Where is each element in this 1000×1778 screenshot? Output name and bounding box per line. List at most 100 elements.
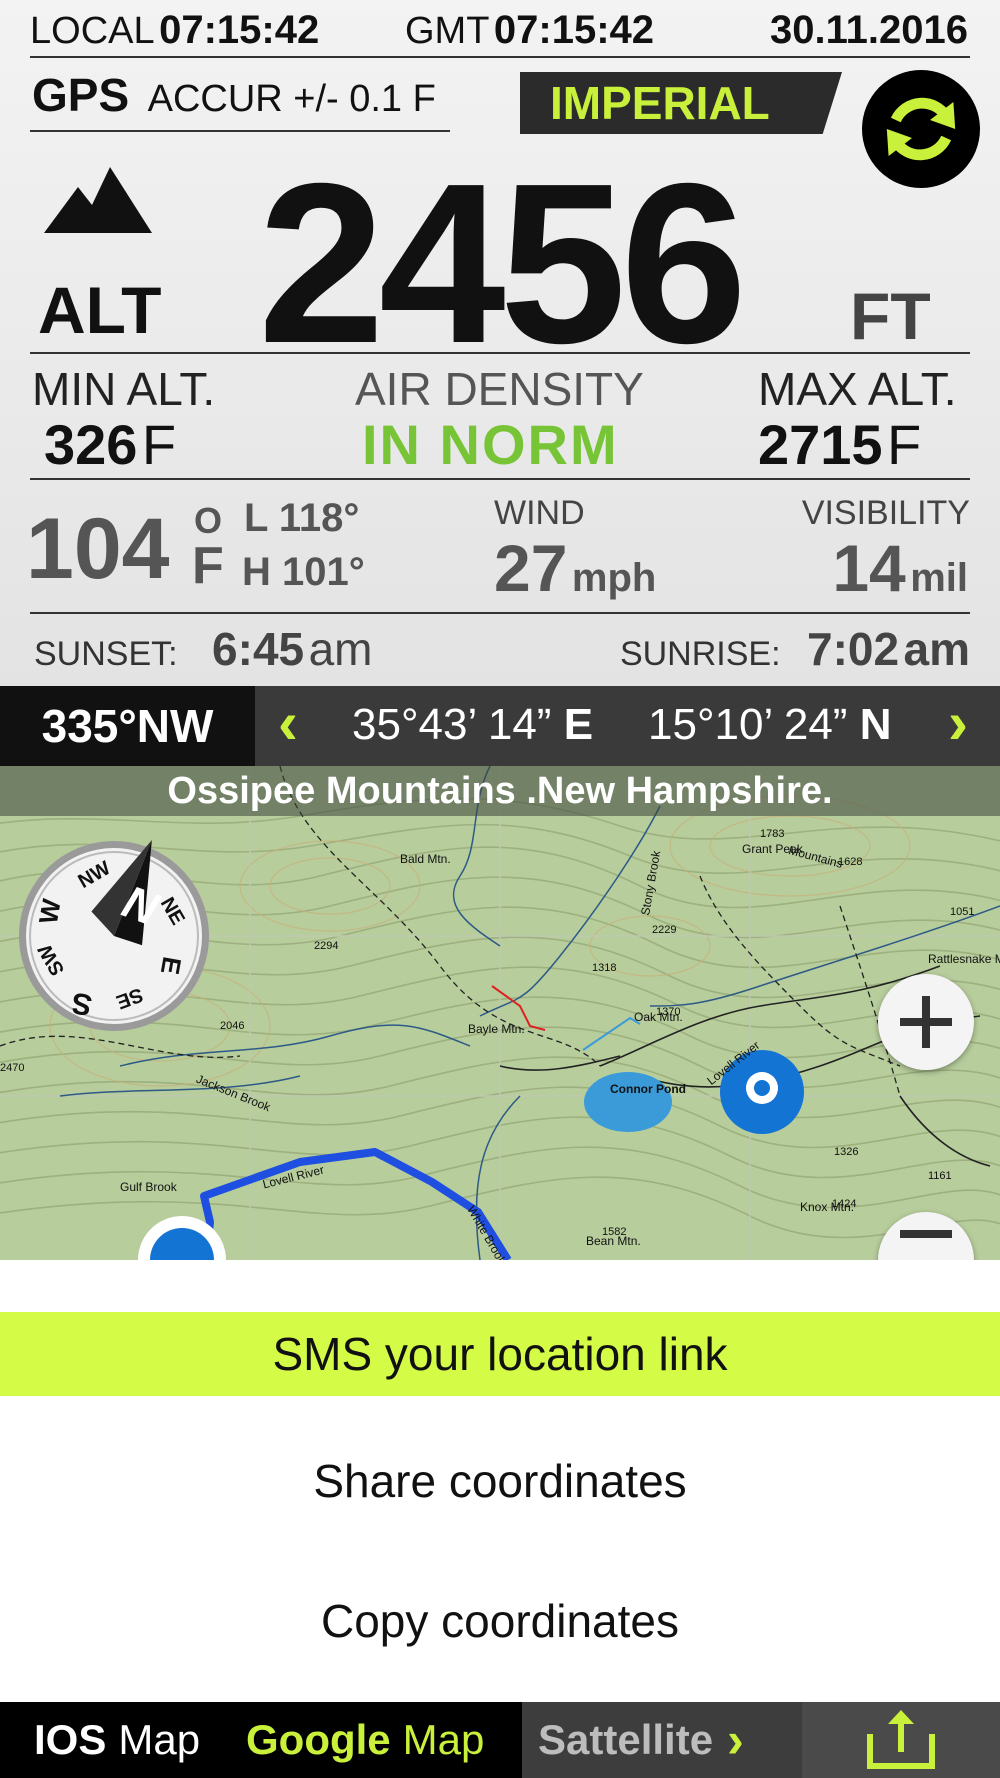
sunrise-label: SUNRISE: <box>619 635 781 673</box>
sunrise-ampm: am <box>903 623 970 675</box>
visibility-value: 14 <box>832 531 906 605</box>
min-alt-label: MIN ALT. <box>32 363 216 415</box>
copy-coordinates-button[interactable]: Copy coordinates <box>0 1594 1000 1648</box>
latitude-direction: N <box>859 700 892 749</box>
share-coordinates-label: Share coordinates <box>313 1455 687 1507</box>
units-toggle-button[interactable]: IMPERIAL <box>520 72 842 134</box>
temperature-value: 104 <box>26 501 170 597</box>
mountain-icon <box>44 167 152 233</box>
sunset-time: 6:45 <box>212 623 305 675</box>
longitude: 35°43’ 14” E <box>352 700 593 750</box>
visibility-unit: mil <box>910 556 968 600</box>
google-map-label-bold: Google <box>246 1716 391 1763</box>
visibility: 14 mil <box>832 530 968 606</box>
refresh-button[interactable] <box>862 70 980 188</box>
share-button[interactable] <box>802 1702 1000 1778</box>
map-elevation-label: 1326 <box>834 1146 859 1158</box>
gps-accuracy: GPS ACCUR +/- 0.1 F <box>32 68 436 122</box>
zoom-in-button[interactable] <box>878 974 974 1070</box>
divider <box>30 612 970 614</box>
map-elevation-label: 1424 <box>832 1198 857 1210</box>
date-value: 30.11.2016 <box>770 8 968 52</box>
gmt-time-value: 07:15:42 <box>493 8 655 52</box>
map-label: Gulf Brook <box>120 1180 177 1194</box>
sunrise: SUNRISE: 7:02 am <box>620 622 970 676</box>
map-elevation-label: 1628 <box>838 856 863 868</box>
google-map-tab[interactable]: Google Map <box>232 1702 522 1778</box>
map-elevation-label: 2294 <box>314 940 339 952</box>
longitude-direction: E <box>563 700 594 749</box>
map-elevation-label: 2229 <box>652 924 677 936</box>
visibility-label: VISIBILITY <box>801 494 970 532</box>
divider <box>30 352 970 354</box>
sunrise-time: 7:02 <box>806 623 900 675</box>
divider <box>30 130 450 132</box>
sms-location-label: SMS your location link <box>272 1328 728 1380</box>
temperature-low: L 118° <box>244 496 360 540</box>
map-elevation-label: 2046 <box>220 1020 245 1032</box>
accuracy-label: ACCUR +/- 0.1 F <box>147 78 436 120</box>
share-sheet: SMS your location link Share coordinates… <box>0 1260 1000 1702</box>
max-alt: 2715 F <box>758 412 921 477</box>
minus-icon <box>900 1230 952 1238</box>
map-elevation-label: 2470 <box>0 1062 25 1074</box>
map-elevation-label: 1370 <box>656 1006 681 1018</box>
coordinates-bar: 335°NW ‹ 35°43’ 14” E 15°10’ 24” N › <box>0 686 1000 766</box>
air-density-value: IN NORM <box>362 413 619 476</box>
min-alt-unit: F <box>141 413 177 476</box>
latitude-value: 15°10’ 24” <box>648 700 848 749</box>
wind: 27 mph <box>494 530 656 606</box>
max-alt-value: 2715 <box>758 413 883 476</box>
location-title: Ossipee Mountains .New Hampshire. <box>0 766 1000 816</box>
map-elevation-label: 1161 <box>928 1170 952 1182</box>
local-time: LOCAL 07:15:42 <box>30 8 319 53</box>
map-elevation-label: 1318 <box>592 962 617 974</box>
longitude-value: 35°43’ 14” <box>352 700 552 749</box>
satellite-tab[interactable]: Sattellite › <box>522 1702 802 1778</box>
altimeter-panel: LOCAL 07:15:42 GMT 07:15:42 30.11.2016 G… <box>0 0 1000 686</box>
ios-map-label-bold: IOS <box>34 1716 107 1763</box>
google-map-label: Map <box>402 1716 485 1763</box>
sunset-label: SUNSET: <box>34 635 178 673</box>
map-label: Bald Mtn. <box>400 852 451 866</box>
wind-value: 27 <box>494 531 568 605</box>
sunset: SUNSET: 6:45 am <box>34 622 372 676</box>
compass-w: W <box>32 896 67 927</box>
map-label: Connor Pond <box>610 1082 686 1096</box>
ios-map-tab[interactable]: IOS Map <box>0 1702 232 1778</box>
compass-icon <box>19 839 209 1031</box>
altitude-unit: FT <box>850 279 931 353</box>
topo-map[interactable]: Bald Mtn. Grant Peak Mountains Rattlesna… <box>0 766 1000 1260</box>
divider <box>30 56 970 58</box>
plus-icon <box>900 996 952 1048</box>
min-alt: 326 F <box>44 412 176 477</box>
max-alt-unit: F <box>887 413 922 476</box>
wind-unit: mph <box>571 556 657 600</box>
local-time-label: LOCAL <box>30 10 155 52</box>
map-label: Bayle Mtn. <box>468 1022 525 1036</box>
prev-coordinates-button[interactable]: ‹ <box>278 688 298 757</box>
temperature-high: H 101° <box>242 550 365 594</box>
altitude-label: ALT <box>38 273 162 347</box>
ios-map-label: Map <box>118 1716 201 1763</box>
temperature-unit: F <box>192 537 224 595</box>
local-time-value: 07:15:42 <box>159 8 320 52</box>
compass[interactable]: N NE E SE S SW W NW <box>16 838 212 1034</box>
chevron-right-icon: › <box>727 1712 744 1768</box>
share-icon <box>867 1710 935 1769</box>
gps-label: GPS <box>32 69 130 121</box>
copy-coordinates-label: Copy coordinates <box>321 1595 679 1647</box>
map-elevation-label: 1783 <box>760 828 785 840</box>
map-elevation-label: 1051 <box>950 906 975 918</box>
divider <box>30 478 970 480</box>
wind-label: WIND <box>494 494 585 532</box>
gmt-time: GMT 07:15:42 <box>405 8 654 53</box>
sunset-ampm: am <box>308 623 373 675</box>
min-alt-value: 326 <box>44 413 138 476</box>
altitude-value: 2456 <box>258 137 747 391</box>
sms-location-button[interactable]: SMS your location link <box>0 1312 1000 1396</box>
share-coordinates-button[interactable]: Share coordinates <box>0 1454 1000 1508</box>
gmt-time-label: GMT <box>405 10 490 52</box>
map-label: Rattlesnake Mtn. <box>928 952 1000 966</box>
next-coordinates-button[interactable]: › <box>948 688 968 757</box>
